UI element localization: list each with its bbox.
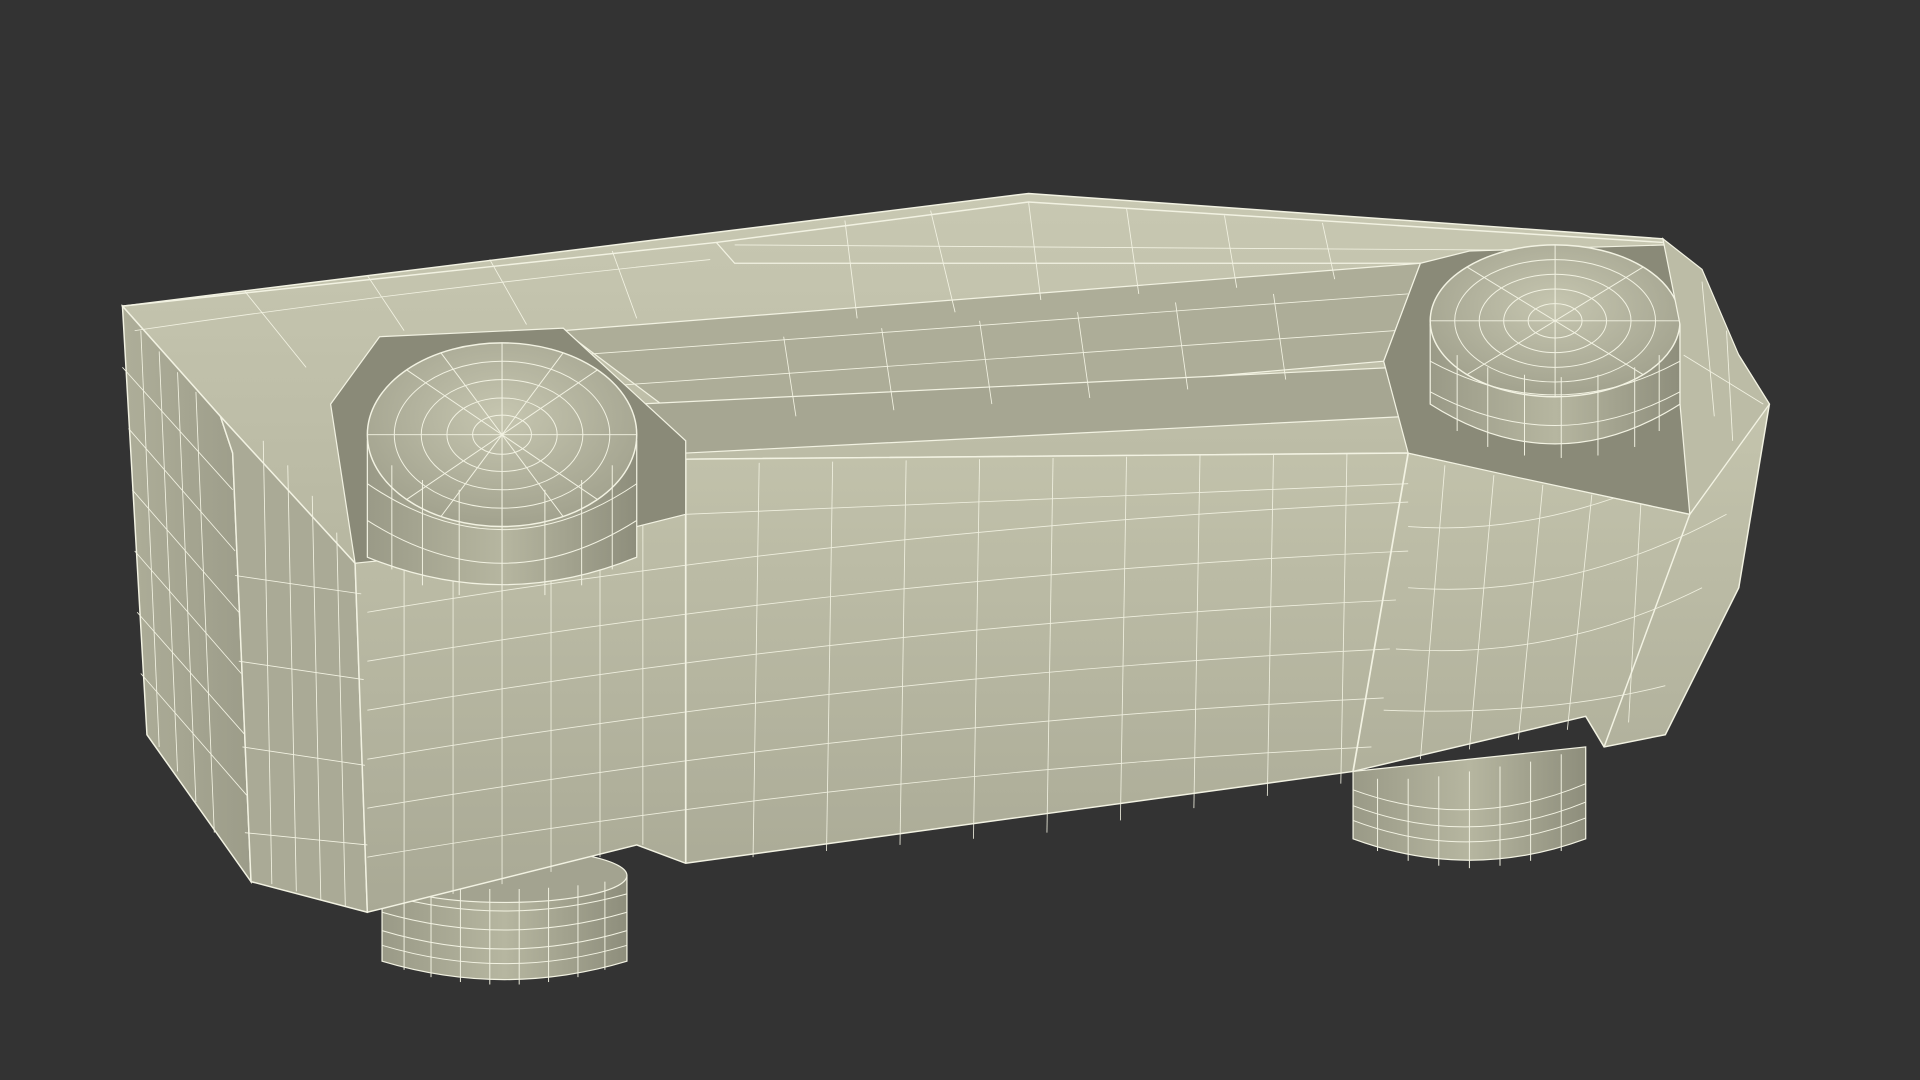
rear-upper-wheel bbox=[366, 342, 638, 600]
render-viewport bbox=[0, 0, 1920, 1080]
model-scene bbox=[120, 192, 1771, 985]
front-lower-wheel bbox=[1352, 746, 1587, 869]
